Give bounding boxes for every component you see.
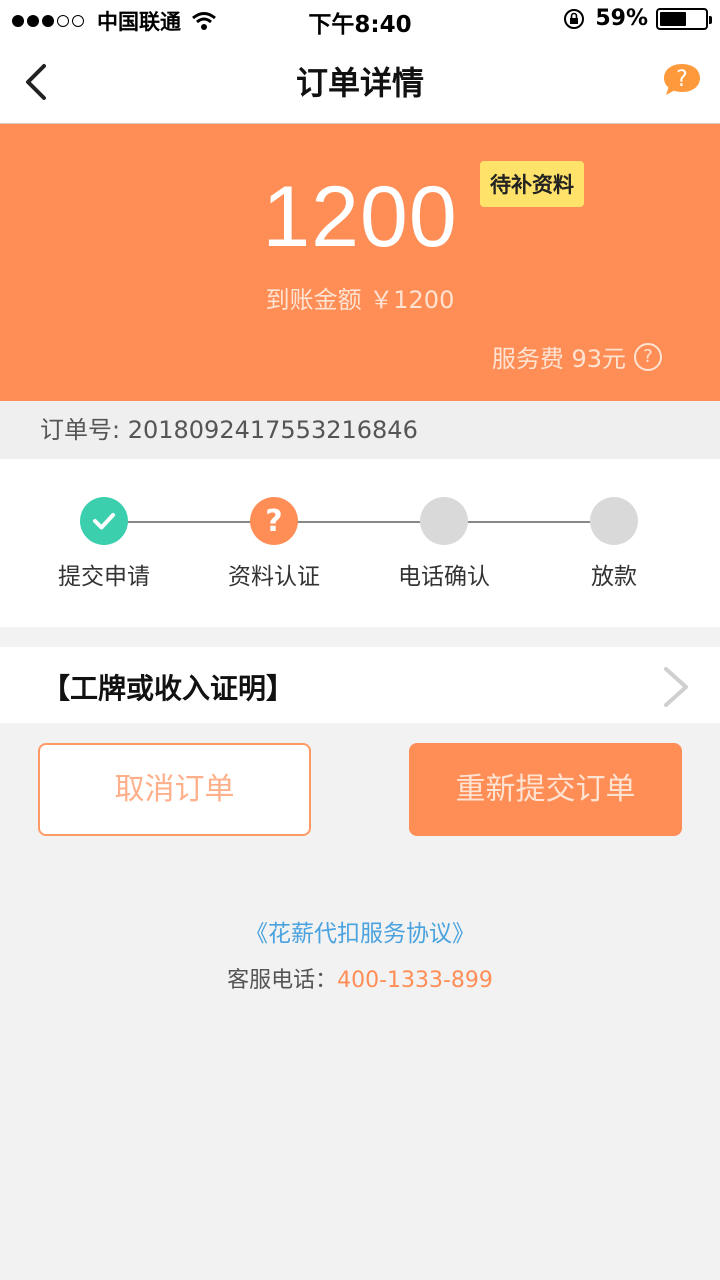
chevron-right-icon xyxy=(664,667,688,707)
battery-cap xyxy=(709,15,712,24)
service-agreement-link[interactable]: 《花薪代扣服务协议》 xyxy=(0,914,720,948)
step-connector xyxy=(444,521,614,523)
step-current-indicator: ? xyxy=(250,497,298,545)
check-icon xyxy=(93,513,115,530)
document-label: 【工牌或收入证明】 xyxy=(42,672,295,705)
status-bar: 中国联通 下午8:40 59% xyxy=(0,0,720,40)
cancel-order-button[interactable]: 取消订单 xyxy=(38,743,311,836)
service-fee[interactable]: 服务费 93元 ? xyxy=(492,339,662,374)
help-button[interactable]: ? xyxy=(662,62,702,98)
step-pending-indicator xyxy=(420,497,468,545)
document-upload-row[interactable]: 【工牌或收入证明】 xyxy=(0,647,720,723)
step-done-indicator xyxy=(80,497,128,545)
step-label-submit: 提交申请 xyxy=(58,564,150,590)
step-label-phone: 电话确认 xyxy=(398,564,490,590)
service-label: 客服电话： xyxy=(227,968,338,993)
step-label-disburse: 放款 xyxy=(591,564,637,590)
service-phone-link[interactable]: 400-1333-899 xyxy=(337,968,493,993)
step-connector xyxy=(274,521,444,523)
resubmit-order-button[interactable]: 重新提交订单 xyxy=(409,743,682,836)
page-title: 订单详情 xyxy=(295,64,424,102)
back-button[interactable] xyxy=(18,60,62,104)
step-connector xyxy=(104,521,274,523)
svg-text:?: ? xyxy=(676,67,688,92)
amount-header: 1200 待补资料 到账金额 ￥1200 服务费 93元 ? xyxy=(0,124,720,401)
question-icon[interactable]: ? xyxy=(634,342,662,371)
loan-amount: 1200 xyxy=(262,169,458,265)
status-right: 59% xyxy=(563,6,712,31)
navigation-bar: 订单详情 ? xyxy=(0,40,720,124)
status-badge: 待补资料 xyxy=(480,161,584,207)
battery-percentage: 59% xyxy=(595,6,648,31)
customer-service: 客服电话：400-1333-899 xyxy=(0,962,720,994)
service-fee-label: 服务费 93元 xyxy=(491,345,626,373)
battery-level xyxy=(660,11,686,26)
step-pending-indicator xyxy=(590,497,638,545)
progress-steps: ? 提交申请 资料认证 电话确认 放款 xyxy=(0,459,720,627)
order-number: 订单号: 2018092417553216846 xyxy=(0,401,720,459)
arrival-amount: 到账金额 ￥1200 xyxy=(265,286,455,314)
question-icon: ? xyxy=(265,503,283,539)
battery-icon xyxy=(656,7,712,30)
step-label-verify: 资料认证 xyxy=(228,564,320,590)
rotation-lock-icon xyxy=(564,8,585,29)
